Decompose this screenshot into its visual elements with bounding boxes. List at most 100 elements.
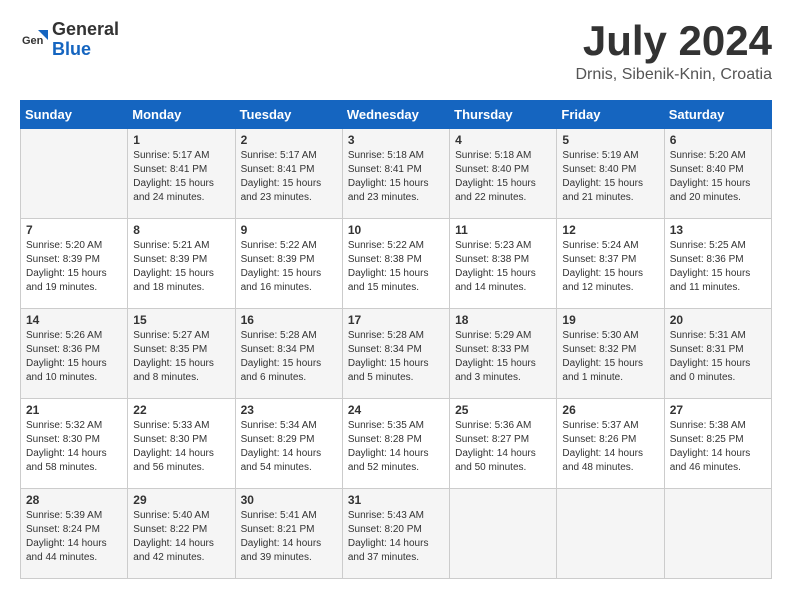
calendar-cell: 18 Sunrise: 5:29 AM Sunset: 8:33 PM Dayli… [450,309,557,399]
calendar-cell: 9 Sunrise: 5:22 AM Sunset: 8:39 PM Daylig… [235,219,342,309]
calendar-week-row: 28 Sunrise: 5:39 AM Sunset: 8:24 PM Dayli… [21,489,772,579]
day-number: 21 [26,403,122,417]
day-info: Sunrise: 5:17 AM Sunset: 8:41 PM Dayligh… [241,149,337,205]
day-number: 20 [670,313,766,327]
day-info: Sunrise: 5:22 AM Sunset: 8:39 PM Dayligh… [241,239,337,295]
day-info: Sunrise: 5:18 AM Sunset: 8:40 PM Dayligh… [455,149,551,205]
day-number: 30 [241,493,337,507]
day-number: 27 [670,403,766,417]
calendar-week-row: 21Sunrise: 5:32 AM Sunset: 8:30 PM Dayli… [21,399,772,489]
calendar-cell: 11 Sunrise: 5:23 AM Sunset: 8:38 PM Dayli… [450,219,557,309]
location-title: Drnis, Sibenik-Knin, Croatia [575,66,772,84]
calendar-cell: 3 Sunrise: 5:18 AM Sunset: 8:41 PM Daylig… [342,129,449,219]
day-number: 28 [26,493,122,507]
day-number: 12 [562,223,658,237]
calendar-week-row: 14Sunrise: 5:26 AM Sunset: 8:36 PM Dayli… [21,309,772,399]
day-number: 4 [455,133,551,147]
day-info: Sunrise: 5:28 AM Sunset: 8:34 PM Dayligh… [241,329,337,385]
calendar-cell: 16 Sunrise: 5:28 AM Sunset: 8:34 PM Dayli… [235,309,342,399]
calendar-cell: 13 Sunrise: 5:25 AM Sunset: 8:36 PM Dayli… [664,219,771,309]
day-info: Sunrise: 5:23 AM Sunset: 8:38 PM Dayligh… [455,239,551,295]
day-info: Sunrise: 5:22 AM Sunset: 8:38 PM Dayligh… [348,239,444,295]
calendar-cell: 27 Sunrise: 5:38 AM Sunset: 8:25 PM Dayli… [664,399,771,489]
day-info: Sunrise: 5:40 AM Sunset: 8:22 PM Dayligh… [133,509,229,565]
calendar-cell: 4 Sunrise: 5:18 AM Sunset: 8:40 PM Daylig… [450,129,557,219]
day-info: Sunrise: 5:30 AM Sunset: 8:32 PM Dayligh… [562,329,658,385]
column-header-tuesday: Tuesday [235,101,342,129]
calendar-cell: 7Sunrise: 5:20 AM Sunset: 8:39 PM Daylig… [21,219,128,309]
day-number: 11 [455,223,551,237]
day-info: Sunrise: 5:19 AM Sunset: 8:40 PM Dayligh… [562,149,658,205]
day-info: Sunrise: 5:38 AM Sunset: 8:25 PM Dayligh… [670,419,766,475]
day-info: Sunrise: 5:24 AM Sunset: 8:37 PM Dayligh… [562,239,658,295]
calendar-cell: 29 Sunrise: 5:40 AM Sunset: 8:22 PM Dayli… [128,489,235,579]
logo: Gen General Blue [20,20,119,60]
day-info: Sunrise: 5:28 AM Sunset: 8:34 PM Dayligh… [348,329,444,385]
calendar-cell: 12 Sunrise: 5:24 AM Sunset: 8:37 PM Dayli… [557,219,664,309]
calendar-cell: 23Sunrise: 5:34 AM Sunset: 8:29 PM Dayli… [235,399,342,489]
day-info: Sunrise: 5:31 AM Sunset: 8:31 PM Dayligh… [670,329,766,385]
day-number: 29 [133,493,229,507]
calendar-body: 1 Sunrise: 5:17 AM Sunset: 8:41 PM Daylig… [21,129,772,579]
day-info: Sunrise: 5:37 AM Sunset: 8:26 PM Dayligh… [562,419,658,475]
day-info: Sunrise: 5:17 AM Sunset: 8:41 PM Dayligh… [133,149,229,205]
day-info: Sunrise: 5:21 AM Sunset: 8:39 PM Dayligh… [133,239,229,295]
svg-text:Gen: Gen [22,35,44,47]
calendar-cell: 15 Sunrise: 5:27 AM Sunset: 8:35 PM Dayli… [128,309,235,399]
logo-blue-text: Blue [52,39,91,59]
column-header-monday: Monday [128,101,235,129]
day-info: Sunrise: 5:35 AM Sunset: 8:28 PM Dayligh… [348,419,444,475]
day-number: 18 [455,313,551,327]
calendar-cell: 20 Sunrise: 5:31 AM Sunset: 8:31 PM Dayli… [664,309,771,399]
day-info: Sunrise: 5:39 AM Sunset: 8:24 PM Dayligh… [26,509,122,565]
day-number: 2 [241,133,337,147]
day-info: Sunrise: 5:41 AM Sunset: 8:21 PM Dayligh… [241,509,337,565]
calendar-cell: 24 Sunrise: 5:35 AM Sunset: 8:28 PM Dayli… [342,399,449,489]
column-header-thursday: Thursday [450,101,557,129]
day-info: Sunrise: 5:33 AM Sunset: 8:30 PM Dayligh… [133,419,229,475]
logo-general-text: General [52,19,119,39]
calendar-cell [664,489,771,579]
day-number: 24 [348,403,444,417]
day-info: Sunrise: 5:20 AM Sunset: 8:40 PM Dayligh… [670,149,766,205]
day-number: 5 [562,133,658,147]
day-info: Sunrise: 5:26 AM Sunset: 8:36 PM Dayligh… [26,329,122,385]
calendar-cell: 31Sunrise: 5:43 AM Sunset: 8:20 PM Dayli… [342,489,449,579]
day-number: 31 [348,493,444,507]
month-title: July 2024 [575,20,772,62]
day-number: 6 [670,133,766,147]
day-number: 13 [670,223,766,237]
day-info: Sunrise: 5:27 AM Sunset: 8:35 PM Dayligh… [133,329,229,385]
day-number: 1 [133,133,229,147]
day-info: Sunrise: 5:18 AM Sunset: 8:41 PM Dayligh… [348,149,444,205]
calendar-cell: 5 Sunrise: 5:19 AM Sunset: 8:40 PM Daylig… [557,129,664,219]
column-header-saturday: Saturday [664,101,771,129]
calendar-week-row: 7Sunrise: 5:20 AM Sunset: 8:39 PM Daylig… [21,219,772,309]
calendar-week-row: 1 Sunrise: 5:17 AM Sunset: 8:41 PM Daylig… [21,129,772,219]
day-number: 15 [133,313,229,327]
calendar-cell: 14Sunrise: 5:26 AM Sunset: 8:36 PM Dayli… [21,309,128,399]
day-number: 3 [348,133,444,147]
column-header-sunday: Sunday [21,101,128,129]
calendar-cell: 10 Sunrise: 5:22 AM Sunset: 8:38 PM Dayli… [342,219,449,309]
calendar-cell: 25Sunrise: 5:36 AM Sunset: 8:27 PM Dayli… [450,399,557,489]
logo-icon: Gen [20,26,48,54]
calendar-cell: 2 Sunrise: 5:17 AM Sunset: 8:41 PM Daylig… [235,129,342,219]
day-number: 9 [241,223,337,237]
day-info: Sunrise: 5:29 AM Sunset: 8:33 PM Dayligh… [455,329,551,385]
column-header-wednesday: Wednesday [342,101,449,129]
day-info: Sunrise: 5:25 AM Sunset: 8:36 PM Dayligh… [670,239,766,295]
calendar-cell: 6 Sunrise: 5:20 AM Sunset: 8:40 PM Daylig… [664,129,771,219]
calendar-cell: 1 Sunrise: 5:17 AM Sunset: 8:41 PM Daylig… [128,129,235,219]
column-header-friday: Friday [557,101,664,129]
day-number: 25 [455,403,551,417]
calendar-cell: 8Sunrise: 5:21 AM Sunset: 8:39 PM Daylig… [128,219,235,309]
calendar-cell [557,489,664,579]
day-number: 17 [348,313,444,327]
calendar-cell: 22Sunrise: 5:33 AM Sunset: 8:30 PM Dayli… [128,399,235,489]
calendar-cell: 19Sunrise: 5:30 AM Sunset: 8:32 PM Dayli… [557,309,664,399]
calendar-cell [21,129,128,219]
day-number: 10 [348,223,444,237]
day-number: 23 [241,403,337,417]
day-number: 16 [241,313,337,327]
